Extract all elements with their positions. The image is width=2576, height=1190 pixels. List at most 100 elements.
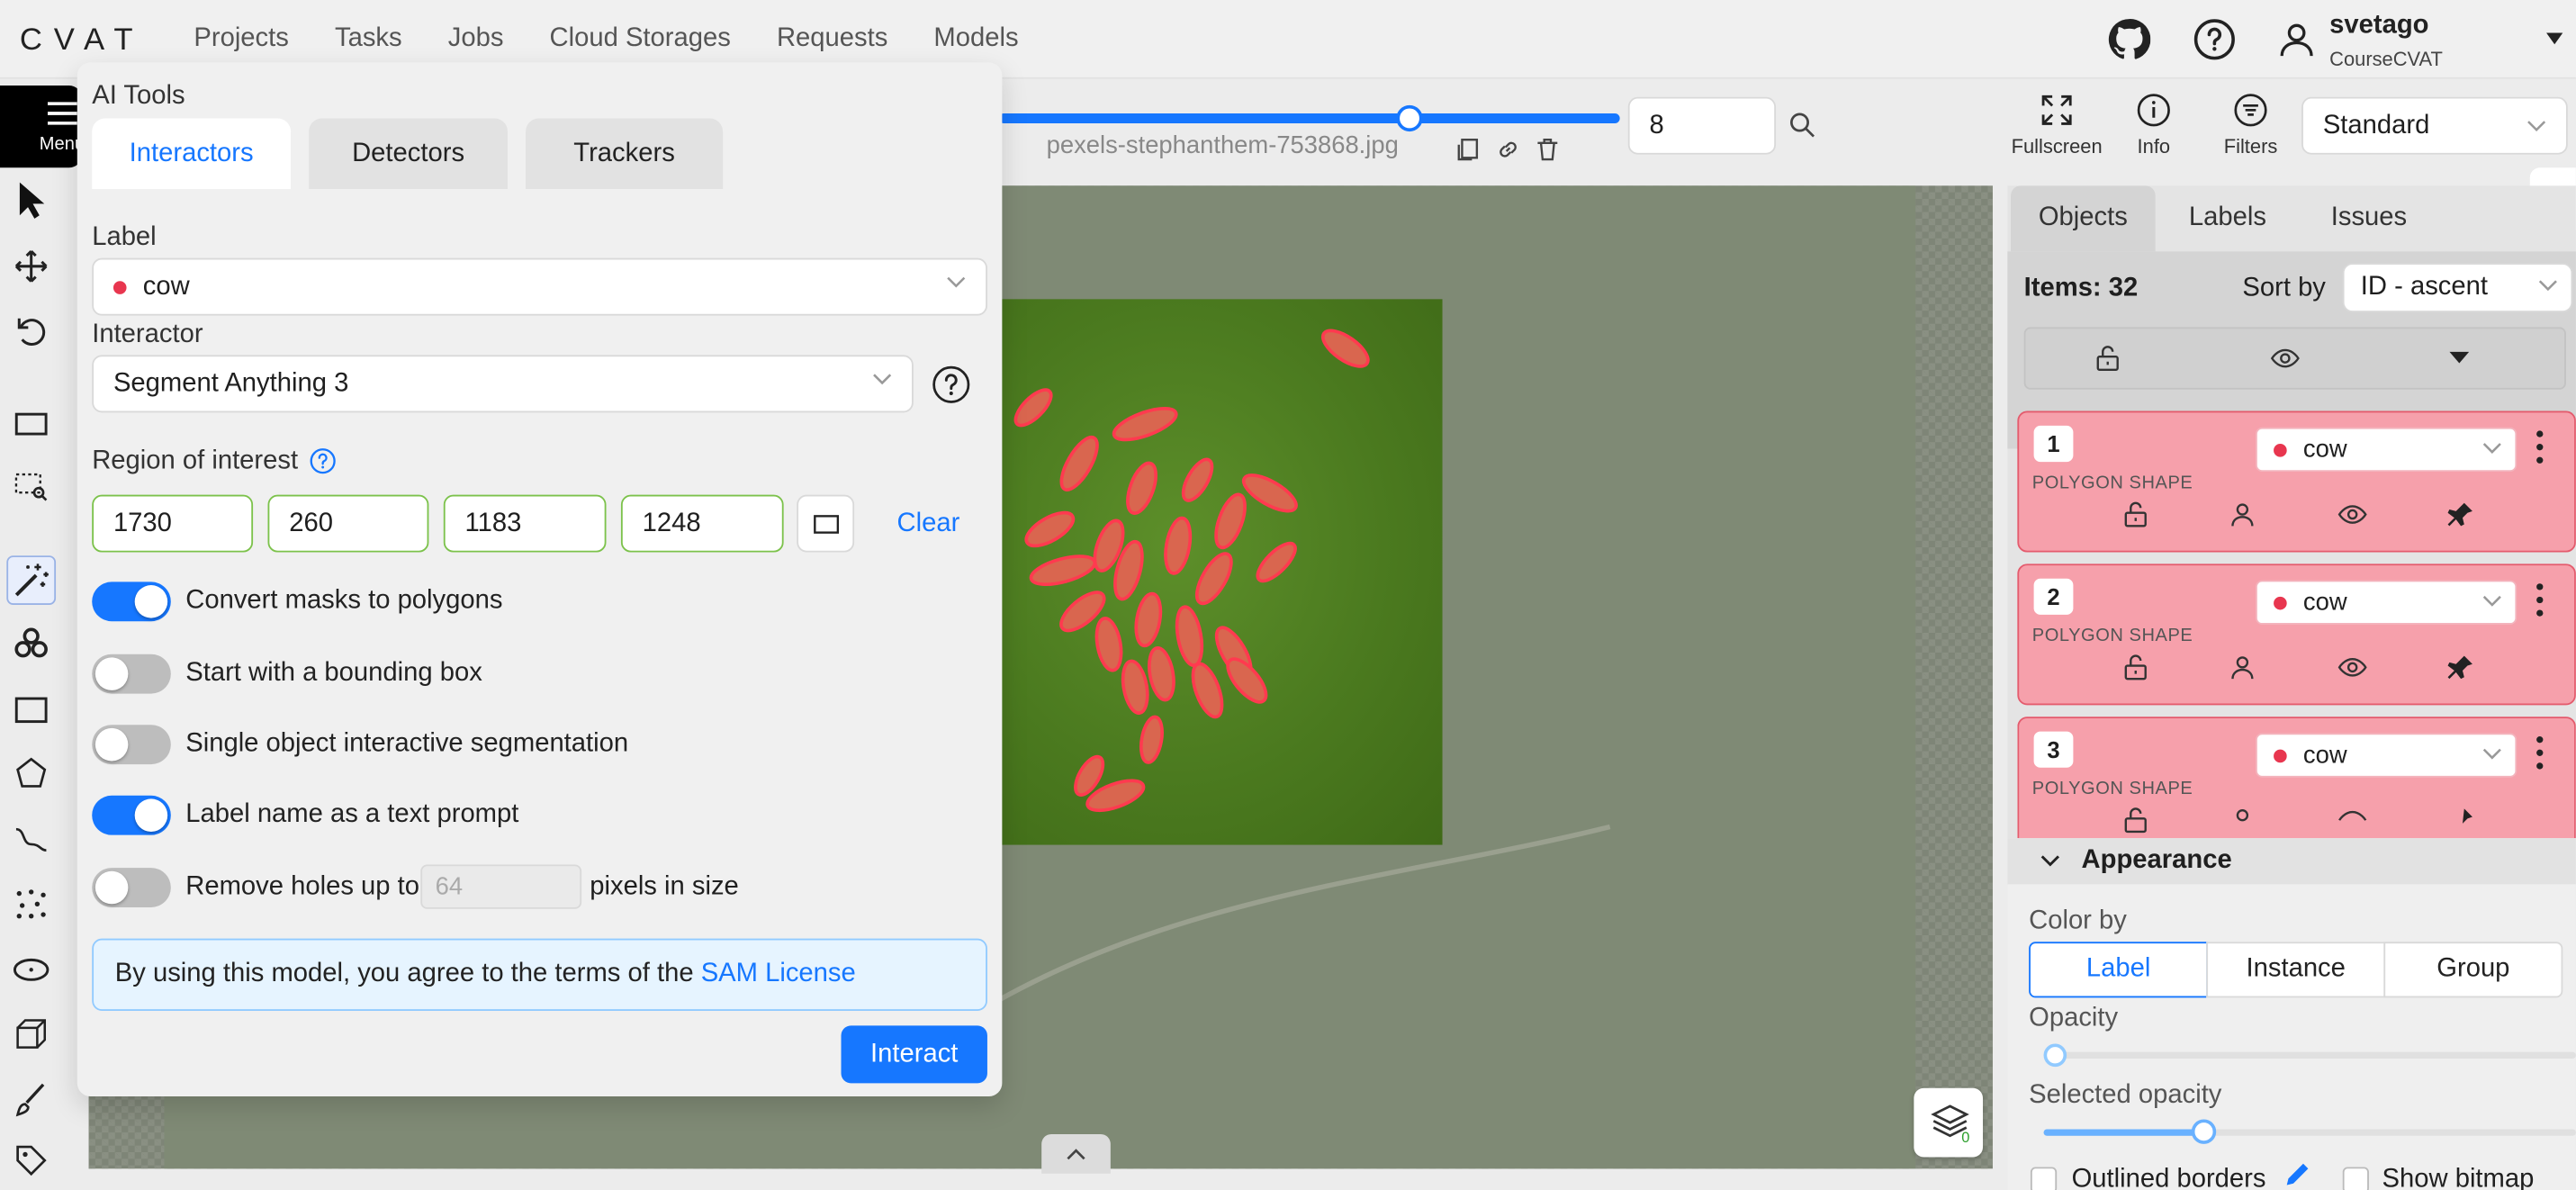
sam-license-link[interactable]: SAM License [701, 960, 856, 987]
link-icon[interactable] [1495, 137, 1521, 163]
lock-icon[interactable] [2122, 654, 2148, 681]
polyline-tool[interactable] [8, 816, 54, 861]
nav-jobs[interactable]: Jobs [448, 24, 504, 54]
tab-issues[interactable]: Issues [2303, 185, 2435, 251]
more-options-icon[interactable] [2535, 735, 2544, 771]
sort-select[interactable]: ID - ascent [2342, 263, 2573, 312]
visibility-eye-icon[interactable] [2337, 501, 2367, 527]
workspace-select[interactable]: Standard [2301, 96, 2568, 155]
app-logo[interactable]: CVAT [20, 23, 144, 59]
ai-tools-magic-wand-icon[interactable] [6, 555, 57, 605]
expand-all-caret-icon[interactable] [2449, 351, 2470, 365]
lock-icon[interactable] [2122, 807, 2148, 834]
selected-opacity-slider-handle[interactable] [2191, 1119, 2217, 1144]
collapse-player-button[interactable] [1041, 1133, 1111, 1174]
show-bitmap-checkbox[interactable] [2342, 1167, 2369, 1190]
ellipse-tool[interactable] [8, 947, 54, 993]
menu-button[interactable]: Menu [0, 85, 85, 168]
nav-requests[interactable]: Requests [777, 24, 887, 54]
user-name[interactable]: svetago [2329, 12, 2428, 41]
tab-detectors[interactable]: Detectors [309, 118, 508, 189]
move-tool[interactable] [8, 243, 54, 289]
color-by-label-option[interactable]: Label [2029, 942, 2209, 998]
object-card[interactable]: 1 POLYGON SHAPE cow [2017, 410, 2576, 553]
visibility-eye-icon[interactable] [2337, 807, 2367, 834]
roi-help-icon[interactable] [309, 447, 337, 475]
opacity-slider-handle[interactable] [2043, 1043, 2067, 1068]
roi-x-input[interactable]: 1730 [92, 494, 254, 553]
search-icon[interactable] [1789, 112, 1815, 138]
pin-icon[interactable] [2448, 654, 2474, 681]
text-prompt-toggle[interactable] [92, 795, 171, 835]
points-tool[interactable] [8, 881, 54, 927]
visibility-eye-icon[interactable] [2337, 654, 2367, 681]
more-options-icon[interactable] [2535, 581, 2544, 618]
lock-all-icon[interactable] [2094, 345, 2121, 372]
occluded-user-icon[interactable] [2229, 654, 2256, 681]
interactor-help-icon[interactable] [932, 365, 971, 404]
frame-number-input[interactable]: 8 [1627, 96, 1777, 155]
roi-width-input[interactable]: 1183 [443, 494, 607, 553]
roi-height-input[interactable]: 1248 [620, 494, 784, 553]
tab-labels[interactable]: Labels [2158, 185, 2296, 251]
draw-roi-button[interactable] [797, 494, 855, 553]
more-options-icon[interactable] [2535, 429, 2544, 465]
tab-objects[interactable]: Objects [2011, 185, 2156, 252]
holes-size-input[interactable]: 64 [420, 864, 582, 909]
fit-image-tool[interactable] [8, 401, 54, 447]
bounding-box-toggle[interactable] [92, 654, 171, 694]
cursor-tool[interactable] [8, 177, 54, 223]
outlined-borders-checkbox[interactable] [2030, 1167, 2058, 1190]
layers-button[interactable]: 0 [1914, 1087, 1984, 1158]
nav-tasks[interactable]: Tasks [335, 24, 402, 54]
object-label-select[interactable]: cow [2255, 580, 2517, 625]
openvino-tool-icon[interactable] [8, 621, 54, 667]
object-card[interactable]: 3 POLYGON SHAPE cow [2017, 717, 2576, 839]
nav-cloud-storages[interactable]: Cloud Storages [550, 24, 731, 54]
polygon-tool[interactable] [8, 751, 54, 797]
occluded-user-icon[interactable] [2229, 807, 2256, 834]
info-button[interactable]: Info [2121, 92, 2186, 158]
rotate-tool[interactable] [8, 309, 54, 355]
frame-slider-track[interactable] [998, 113, 1620, 123]
object-label-select[interactable]: cow [2255, 427, 2517, 473]
interactor-select[interactable]: Segment Anything 3 [92, 355, 914, 413]
rectangle-tool[interactable] [8, 687, 54, 733]
user-icon[interactable] [2274, 16, 2319, 62]
brush-tool[interactable] [8, 1077, 54, 1122]
color-by-instance-option[interactable]: Instance [2206, 942, 2386, 998]
nav-projects[interactable]: Projects [194, 24, 288, 54]
zoom-region-tool[interactable] [8, 464, 54, 509]
roi-y-input[interactable]: 260 [267, 494, 429, 553]
frame-slider-handle[interactable] [1396, 104, 1423, 132]
help-icon[interactable] [2192, 16, 2238, 62]
clear-roi-button[interactable]: Clear [897, 509, 960, 539]
filters-button[interactable]: Filters [2218, 92, 2283, 158]
tab-interactors[interactable]: Interactors [92, 118, 292, 189]
occluded-user-icon[interactable] [2229, 501, 2256, 527]
delete-frame-icon[interactable] [1535, 137, 1561, 163]
color-by-group-option[interactable]: Group [2383, 942, 2563, 998]
label-select[interactable]: cow [92, 257, 987, 316]
remove-holes-toggle[interactable] [92, 868, 171, 907]
object-card[interactable]: 2 POLYGON SHAPE cow [2017, 563, 2576, 706]
caret-down-icon[interactable] [2546, 32, 2563, 47]
object-label-select[interactable]: cow [2255, 733, 2517, 778]
nav-models[interactable]: Models [933, 24, 1018, 54]
copy-icon[interactable] [1455, 137, 1482, 163]
image-grass-region[interactable] [1000, 299, 1443, 845]
tag-tool[interactable] [8, 1138, 54, 1184]
cuboid-tool[interactable] [8, 1011, 54, 1057]
github-icon[interactable] [2106, 16, 2152, 62]
pin-icon[interactable] [2448, 501, 2474, 527]
interact-button[interactable]: Interact [841, 1025, 987, 1084]
fullscreen-button[interactable]: Fullscreen [2011, 92, 2103, 158]
pin-icon[interactable] [2448, 807, 2474, 834]
show-all-eye-icon[interactable] [2270, 345, 2300, 371]
opacity-slider-track[interactable] [2043, 1051, 2576, 1059]
appearance-header[interactable]: Appearance [2007, 838, 2576, 885]
tab-trackers[interactable]: Trackers [526, 118, 724, 189]
convert-masks-toggle[interactable] [92, 581, 171, 622]
single-object-toggle[interactable] [92, 725, 171, 765]
color-picker-icon[interactable] [2283, 1162, 2310, 1190]
